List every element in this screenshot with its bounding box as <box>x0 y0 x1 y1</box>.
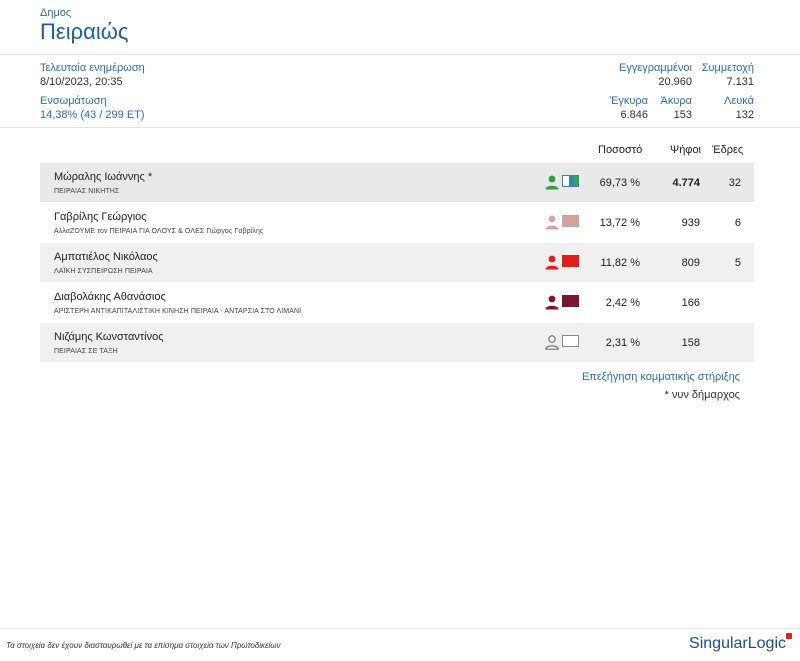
seats-value: 6 <box>734 217 741 229</box>
person-icon <box>545 295 559 310</box>
party-name: ΑΡΙΣΤΕΡΗ ΑΝΤΙΚΑΠΙΤΑΛΙΣΤΙΚΗ ΚΙΝΗΣΗ ΠΕΙΡΑΙ… <box>54 308 302 315</box>
municipality-type-label: Δημος <box>40 7 72 19</box>
party-color-swatch <box>562 175 579 187</box>
turnout-value: 7.131 <box>726 76 754 88</box>
invalid-value: 153 <box>673 109 692 121</box>
candidate-name: Γαβρίλης Γεώργιος <box>54 211 147 223</box>
blank-value: 132 <box>735 109 754 121</box>
column-header-seats: Έδρες <box>712 144 744 156</box>
percent-value: 69,73 % <box>599 177 640 189</box>
votes-value: 158 <box>681 337 700 349</box>
invalid-label: Άκυρα <box>660 95 692 107</box>
party-color-swatch <box>562 295 579 307</box>
last-update-label: Τελευταία ενημέρωση <box>40 62 145 74</box>
logo-mark-icon <box>786 633 792 639</box>
person-icon <box>545 255 559 270</box>
header: Δημος Πειραιώς <box>0 0 800 55</box>
percent-value: 2,31 % <box>605 337 640 349</box>
integration-value: 14,38% (43 / 299 ΕΤ) <box>40 109 145 121</box>
disclaimer-text: Τα στοιχεία δεν έχουν διασταυρωθεί με τα… <box>6 641 281 650</box>
person-icon <box>545 215 559 230</box>
table-row[interactable]: Μώραλης Ιωάννης * ΠΕΙΡΑΙΑΣ ΝΙΚΗΤΗΣ 69,73… <box>40 163 754 202</box>
candidate-name: Μώραλης Ιωάννης * <box>54 171 153 183</box>
page-title: Πειραιώς <box>40 19 129 44</box>
votes-value: 809 <box>681 257 700 269</box>
seats-value: 32 <box>728 177 741 189</box>
party-support-explanation-link[interactable]: Επεξήγηση κομματικής στήριξης <box>582 371 740 383</box>
valid-value: 6.846 <box>620 109 648 121</box>
candidate-name: Νιζάμης Κωνσταντίνος <box>54 331 164 343</box>
table-row[interactable]: Γαβρίλης Γεώργιος ΑλλαΖΟΥΜΕ τον ΠΕΙΡΑΙΑ … <box>40 203 754 242</box>
votes-value: 166 <box>681 297 700 309</box>
column-header-votes: Ψήφοι <box>670 144 702 156</box>
party-name: ΠΕΙΡΑΙΑΣ ΝΙΚΗΤΗΣ <box>54 188 120 195</box>
party-name: ΛΑΪΚΗ ΣΥΣΠΕΙΡΩΣΗ ΠΕΙΡΑΙΑ <box>54 268 153 275</box>
candidate-name: Διαβολάκης Αθανάσιος <box>54 291 166 303</box>
person-icon <box>545 335 559 350</box>
turnout-label: Συμμετοχή <box>701 62 754 74</box>
blank-label: Λευκά <box>724 95 754 107</box>
last-update-value: 8/10/2023, 20:35 <box>40 76 123 88</box>
party-name: ΠΕΙΡΑΙΑΣ ΣΕ ΤΑΞΗ <box>54 348 118 355</box>
person-icon <box>545 175 559 190</box>
integration-label: Ενσωμάτωση <box>40 95 107 107</box>
column-header-percent: Ποσοστό <box>598 144 643 156</box>
seats-value: 5 <box>734 257 741 269</box>
percent-value: 13,72 % <box>599 217 640 229</box>
valid-label: Έγκυρα <box>609 95 648 107</box>
current-mayor-footnote: * νυν δήμαρχος <box>664 389 740 401</box>
percent-value: 2,42 % <box>605 297 640 309</box>
singularlogic-logo: SingularLogic <box>689 635 786 652</box>
votes-value: 939 <box>681 217 700 229</box>
party-color-swatch <box>562 335 579 347</box>
table-row[interactable]: Νιζάμης Κωνσταντίνος ΠΕΙΡΑΙΑΣ ΣΕ ΤΑΞΗ 2,… <box>40 323 754 362</box>
party-name: ΑλλαΖΟΥΜΕ τον ΠΕΙΡΑΙΑ ΓΙΑ ΟΛΟΥΣ & ΟΛΕΣ Γ… <box>54 228 264 235</box>
candidate-name: Αμπατιέλος Νικόλαος <box>54 251 158 263</box>
votes-value: 4.774 <box>672 177 700 189</box>
party-color-swatch <box>562 255 579 267</box>
registered-value: 20.960 <box>658 76 692 88</box>
table-row[interactable]: Αμπατιέλος Νικόλαος ΛΑΪΚΗ ΣΥΣΠΕΙΡΩΣΗ ΠΕΙ… <box>40 243 754 282</box>
stats-panel: Τελευταία ενημέρωση 8/10/2023, 20:35 Ενσ… <box>0 55 800 128</box>
table-row[interactable]: Διαβολάκης Αθανάσιος ΑΡΙΣΤΕΡΗ ΑΝΤΙΚΑΠΙΤΑ… <box>40 283 754 322</box>
party-color-swatch <box>562 215 579 227</box>
percent-value: 11,82 % <box>600 257 640 269</box>
footer: Τα στοιχεία δεν έχουν διασταυρωθεί με τα… <box>0 628 800 661</box>
registered-label: Εγγεγραμμένοι <box>619 62 692 74</box>
